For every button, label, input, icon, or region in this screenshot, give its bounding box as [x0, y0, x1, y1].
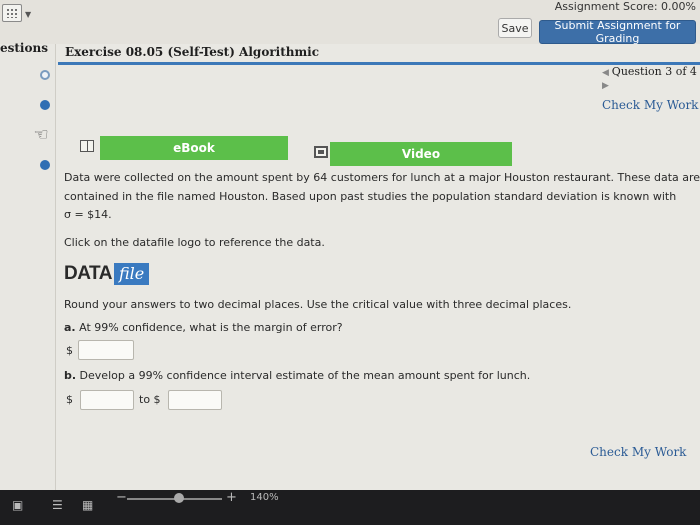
zoom-out-button[interactable]: − [116, 490, 127, 505]
datafile-data-text: DATA [64, 263, 112, 284]
app-grid-icon[interactable] [2, 4, 22, 22]
hand-pointer-icon: ☜ [33, 125, 49, 145]
dollar-sign: $ [66, 344, 73, 357]
chevron-down-icon[interactable]: ▼ [25, 10, 31, 19]
chevron-left-icon[interactable]: ◀ [602, 68, 612, 78]
zoom-level: 140% [250, 492, 279, 503]
question-status-unanswered[interactable] [40, 70, 50, 80]
question-a-text: At 99% confidence, what is the margin of… [75, 321, 343, 334]
problem-text: Data were collected on the amount spent … [64, 171, 700, 184]
interval-upper-input[interactable] [168, 390, 222, 410]
margin-of-error-input[interactable] [78, 340, 134, 360]
datafile-instruction: Click on the datafile logo to reference … [64, 236, 325, 249]
book-icon [80, 140, 94, 152]
exercise-title: Exercise 08.05 (Self-Test) Algorithmic [65, 45, 320, 59]
rounding-instruction: Round your answers to two decimal places… [64, 298, 572, 311]
image-icon[interactable]: ▣ [12, 498, 23, 512]
interval-lower-input[interactable] [80, 390, 134, 410]
list-icon[interactable]: ☰ [52, 498, 63, 512]
question-b-letter: b. [64, 369, 77, 382]
questions-label: estions [0, 41, 48, 55]
taskbar [0, 490, 700, 525]
to-label: to $ [139, 393, 161, 406]
chevron-right-icon[interactable]: ▶ [602, 81, 609, 91]
datafile-logo[interactable]: DATA file [64, 262, 150, 286]
question-b-text: Develop a 99% confidence interval estima… [76, 369, 531, 382]
grid-dots [6, 8, 18, 18]
question-a: a. At 99% confidence, what is the margin… [64, 320, 343, 336]
problem-text: contained in the file named Houston. Bas… [64, 190, 677, 203]
question-counter: Question 3 of 4 [611, 65, 697, 78]
save-button[interactable]: Save [498, 18, 532, 38]
question-b: b. Develop a 99% confidence interval est… [64, 368, 530, 384]
question-navigator[interactable]: ◀ Question 3 of 4 ▶ [602, 65, 700, 91]
zoom-in-button[interactable]: + [226, 490, 237, 505]
video-icon [314, 146, 328, 158]
dollar-sign: $ [66, 393, 73, 406]
check-my-work-link[interactable]: Check My Work [590, 445, 686, 459]
video-button[interactable]: Video [330, 142, 512, 166]
submit-assignment-button[interactable]: Submit Assignment for Grading [539, 19, 696, 45]
question-status-dot[interactable] [40, 100, 50, 110]
question-a-letter: a. [64, 321, 76, 334]
assignment-score: Assignment Score: 0.00% [554, 0, 696, 13]
question-status-dot[interactable] [40, 160, 50, 170]
ebook-button[interactable]: eBook [100, 136, 288, 160]
question-sidebar [0, 44, 56, 490]
check-my-work-link[interactable]: Check My Work [602, 98, 698, 112]
datafile-file-text: file [113, 263, 150, 285]
problem-text: σ = $14. [64, 208, 112, 221]
grid-icon[interactable]: ▦ [82, 498, 93, 512]
zoom-slider-handle[interactable] [174, 493, 184, 503]
